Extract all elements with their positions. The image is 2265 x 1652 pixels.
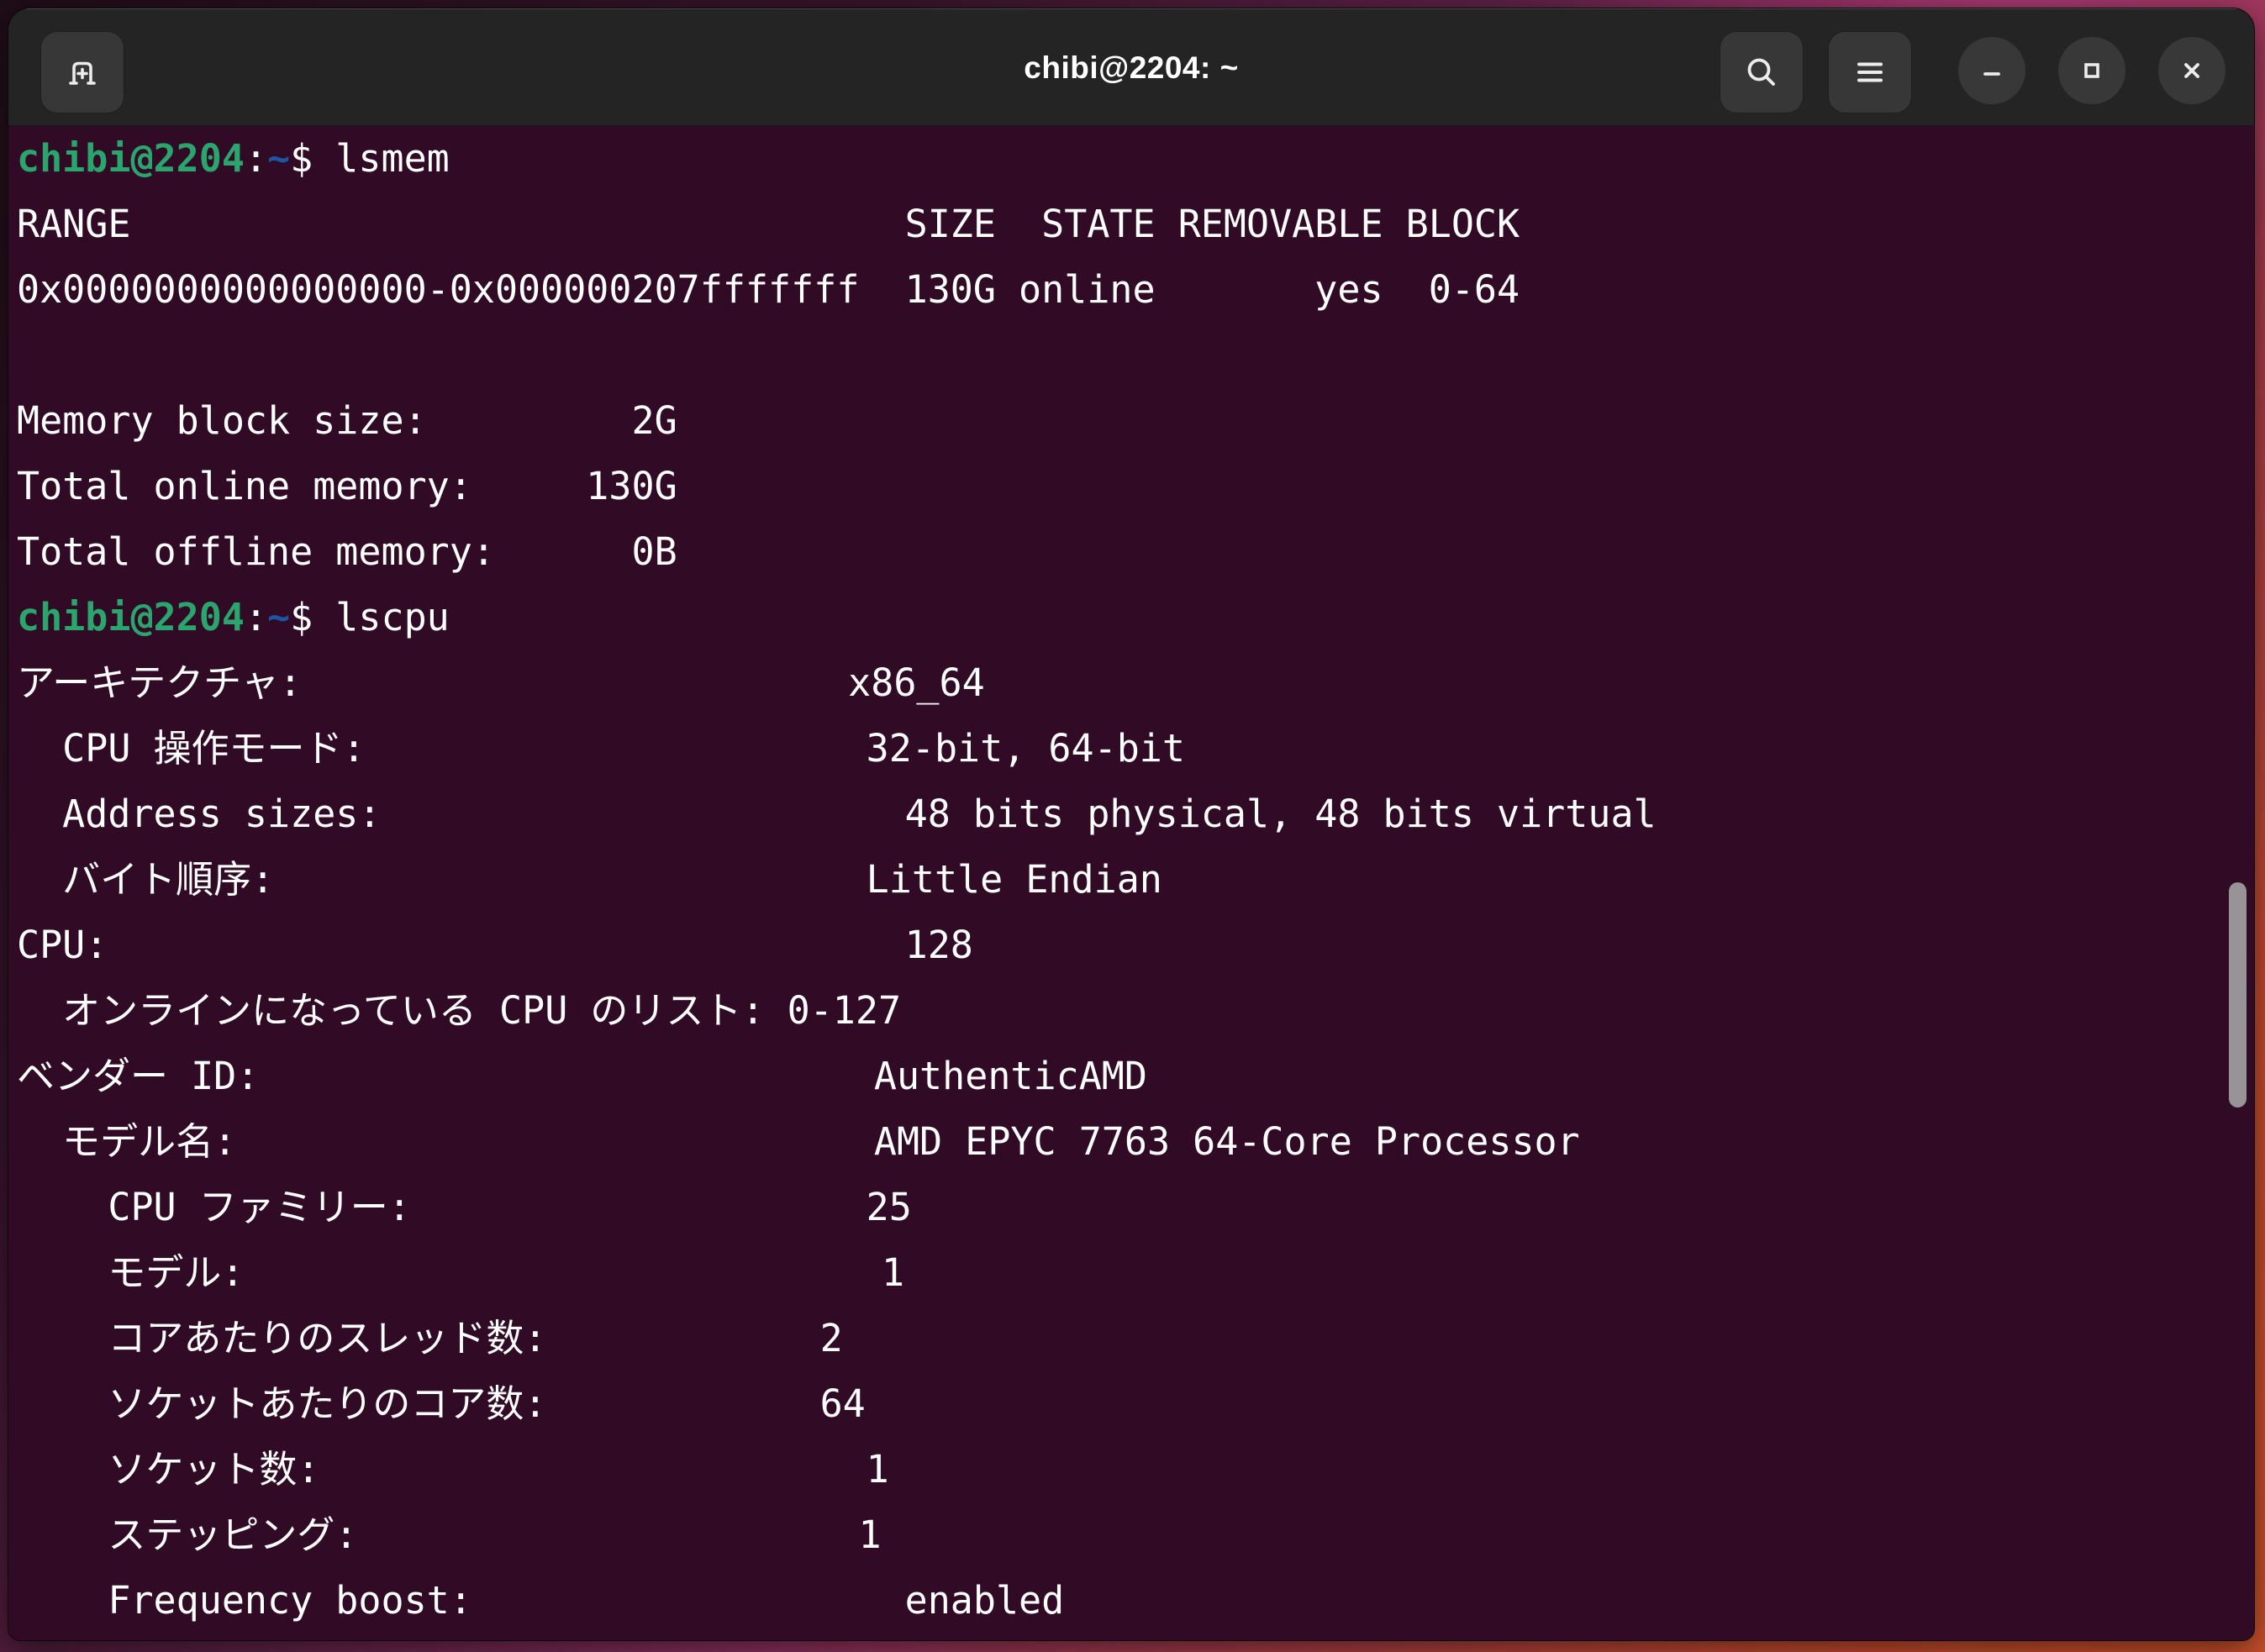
terminal-prompt-line: chibi@2204:~$ lscpu xyxy=(17,585,2254,650)
terminal-output-line: オンラインになっている CPU のリスト: 0-127 xyxy=(17,988,902,1033)
prompt-separator: : xyxy=(244,136,268,181)
terminal-output-line: モデル名: AMD EPYC 7763 64-Core Processor xyxy=(17,1119,1580,1164)
terminal-output-line: CPU 最大 MHz: xyxy=(17,1634,2254,1640)
terminal-output-line: Total offline memory: 0B xyxy=(17,529,677,574)
prompt-cwd: ~ xyxy=(267,595,291,639)
close-icon xyxy=(2175,54,2209,87)
prompt-user-host: chibi@2204 xyxy=(17,595,245,639)
terminal-output-line: RANGE SIZE STATE REMOVABLE BLOCK xyxy=(17,202,1520,246)
minimize-button[interactable] xyxy=(1958,37,2025,104)
minimize-icon xyxy=(1975,54,2009,87)
prompt-user-host: chibi@2204 xyxy=(17,136,245,181)
headerbar: chibi@2204: ~ xyxy=(8,8,2254,126)
new-tab-icon xyxy=(63,53,102,92)
terminal-output-line: 0x0000000000000000-0x000000207fffffff 13… xyxy=(17,267,1520,312)
terminal-output-line: モデル: 1 xyxy=(17,1250,905,1295)
terminal-output-line: Address sizes: 48 bits physical, 48 bits… xyxy=(17,792,1657,836)
terminal-output-line: Frequency boost: enabled xyxy=(17,1578,1065,1623)
window-title: chibi@2204: ~ xyxy=(1024,50,1239,85)
terminal-output-line: CPU ファミリー: 25 xyxy=(17,1185,912,1229)
terminal-output-line: Total online memory: 130G xyxy=(17,464,677,508)
new-tab-button[interactable] xyxy=(40,31,124,113)
terminal-output-line: ステッピング: 1 xyxy=(17,1513,882,1557)
terminal-output: chibi@2204:~$ lsmem RANGE SIZE STATE REMO… xyxy=(17,126,2254,1640)
scrollbar-thumb[interactable] xyxy=(2229,882,2247,1107)
prompt-separator: : xyxy=(244,595,268,639)
menu-button[interactable] xyxy=(1828,31,1912,113)
terminal-output-line: アーキテクチャ: x86_64 xyxy=(17,660,985,705)
terminal-screen[interactable]: chibi@2204:~$ lsmem RANGE SIZE STATE REMO… xyxy=(8,126,2254,1640)
prompt-cwd: ~ xyxy=(267,136,291,181)
maximize-icon xyxy=(2075,54,2109,87)
maximize-button[interactable] xyxy=(2058,37,2125,104)
terminal-output-line: ベンダー ID: AuthenticAMD xyxy=(17,1054,1147,1098)
terminal-output-line: バイト順序: Little Endian xyxy=(17,857,1162,902)
search-button[interactable] xyxy=(1720,31,1804,113)
close-button[interactable] xyxy=(2158,37,2225,104)
terminal-output-line: CPU 操作モード: 32-bit, 64-bit xyxy=(17,726,1185,771)
prompt-command: $ lsmem xyxy=(290,136,450,181)
terminal-window: chibi@2204: ~ chibi@2204:~$ lsmem RANGE … xyxy=(8,8,2255,1641)
hamburger-menu-icon xyxy=(1851,53,1889,92)
terminal-output-line: ソケットあたりのコア数: 64 xyxy=(17,1381,866,1426)
search-icon xyxy=(1742,53,1781,92)
terminal-output-line: コアあたりのスレッド数: 2 xyxy=(17,1316,843,1360)
prompt-command: $ lscpu xyxy=(290,595,450,639)
terminal-prompt-line: chibi@2204:~$ lsmem xyxy=(17,126,2254,192)
terminal-output-line: ソケット数: 1 xyxy=(17,1447,889,1492)
terminal-output-line: CPU: 128 xyxy=(17,923,973,967)
terminal-output-line: Memory block size: 2G xyxy=(17,398,677,443)
